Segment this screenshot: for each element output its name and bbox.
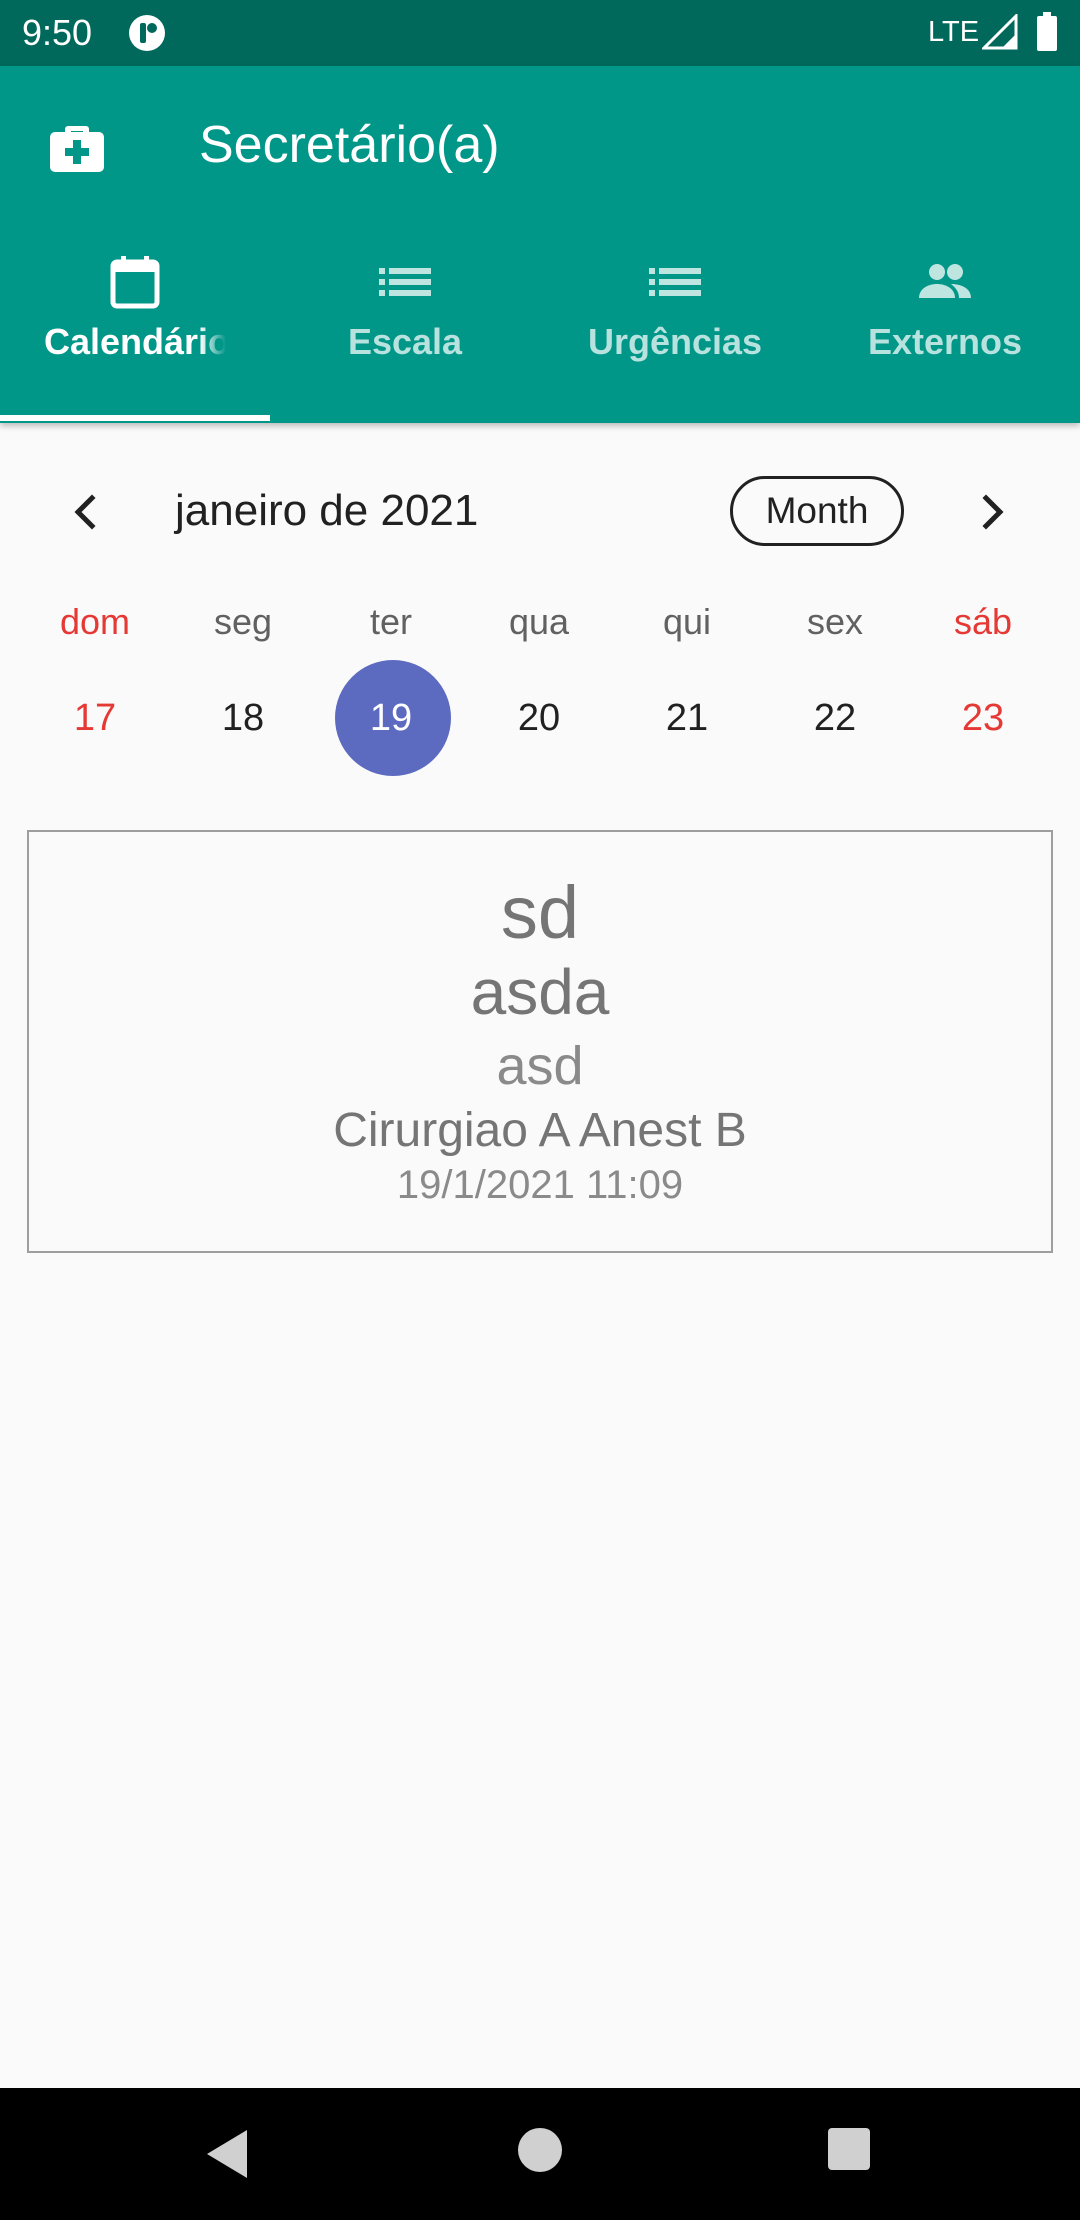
tab-calendario[interactable]: Calendário [0, 242, 270, 423]
calendar-day[interactable]: 20 [465, 660, 613, 776]
weekday-label: sex [806, 601, 864, 642]
event-description: asd [496, 1036, 584, 1096]
weekday-label: dom [59, 601, 131, 642]
calendar-day[interactable]: 21 [613, 660, 761, 776]
tab-label: Urgências [587, 321, 763, 362]
tab-escala[interactable]: Escala [270, 242, 540, 423]
tab-externos[interactable]: Externos [810, 242, 1080, 423]
calendar-day[interactable]: 17 [21, 660, 169, 776]
month-title: janeiro de 2021 [175, 486, 479, 535]
recents-icon[interactable] [828, 2128, 870, 2170]
weekday-label: qua [508, 601, 570, 642]
weekday-label: ter [369, 601, 412, 642]
weekday-label: seg [213, 601, 273, 642]
tab-label: Externos [867, 321, 1023, 362]
medical-kit-icon [50, 126, 104, 172]
tab-urgencias[interactable]: Urgências [540, 242, 810, 423]
calendar-day[interactable]: 23 [909, 660, 1057, 776]
signal-icon [982, 14, 1018, 50]
calendar-header: janeiro de 2021 Month [0, 466, 1080, 556]
tab-label: Calendário [0, 318, 226, 366]
event-team: Cirurgiao A Anest B [333, 1104, 747, 1157]
list-icon [649, 268, 701, 296]
event-datetime: 19/1/2021 11:09 [396, 1163, 684, 1207]
calendar-day-number: 19 [369, 697, 413, 739]
tab-label: Escala [347, 321, 463, 362]
app-notification-icon [129, 15, 165, 51]
home-icon[interactable] [518, 2128, 562, 2172]
chevron-left-icon[interactable] [60, 486, 112, 538]
status-bar: 9:50 LTE [0, 0, 1080, 66]
page-title: Secretário(a) [199, 116, 500, 174]
weekday-label: qui [662, 601, 712, 642]
people-icon [919, 264, 971, 298]
back-icon[interactable] [203, 2126, 251, 2182]
month-view-button[interactable]: Month [730, 476, 904, 546]
event-title: sd [500, 871, 580, 954]
calendar-day-selected[interactable]: 19 [317, 660, 465, 776]
event-subtitle: asda [470, 956, 610, 1028]
calendar-icon [110, 256, 160, 309]
network-type: LTE [928, 16, 980, 48]
system-nav-bar [0, 2088, 1080, 2220]
status-time: 9:50 [22, 12, 93, 53]
battery-icon [1037, 12, 1057, 51]
calendar-day[interactable]: 22 [761, 660, 909, 776]
chevron-right-icon[interactable] [966, 486, 1018, 538]
event-card[interactable]: sd asda asd Cirurgiao A Anest B 19/1/202… [27, 830, 1053, 1253]
calendar-day[interactable]: 18 [169, 660, 317, 776]
list-icon [379, 268, 431, 296]
weekday-label: sáb [953, 601, 1013, 642]
tab-indicator [0, 415, 270, 421]
app-bar: Secretário(a) Calendário Escala Urgência… [0, 66, 1080, 423]
